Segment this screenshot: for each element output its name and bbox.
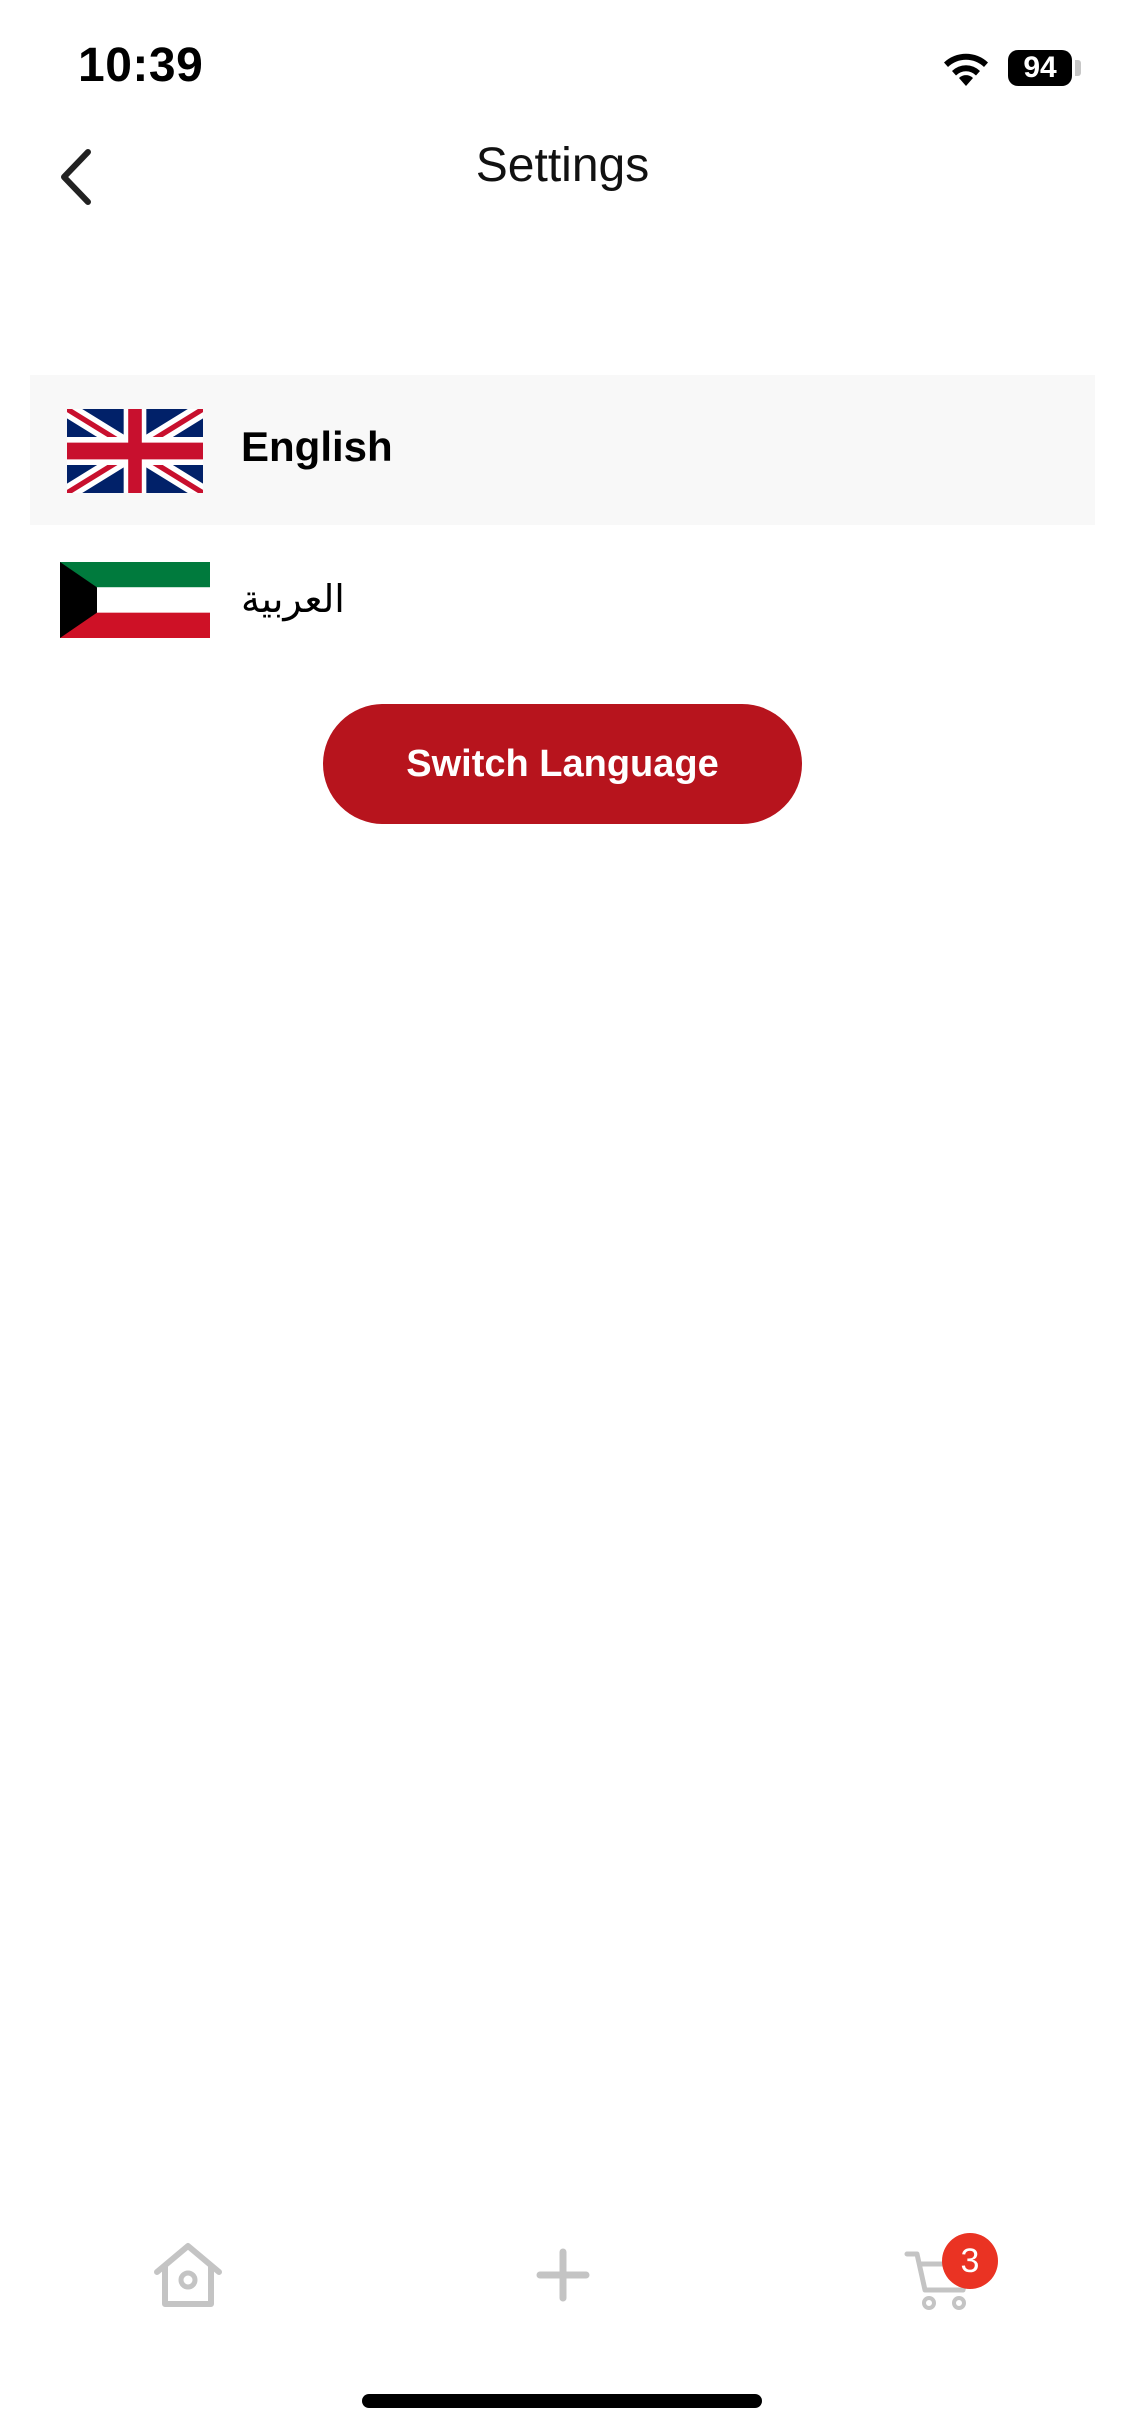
language-row-arabic[interactable]: العربية bbox=[30, 525, 1095, 675]
language-row-english[interactable]: English bbox=[30, 375, 1095, 525]
battery-icon: 94 bbox=[1008, 50, 1072, 86]
wifi-icon bbox=[944, 53, 988, 86]
language-label-english: English bbox=[241, 423, 393, 470]
switch-language-button[interactable]: Switch Language bbox=[323, 704, 802, 824]
page-title: Settings bbox=[475, 139, 650, 192]
battery-cap bbox=[1075, 60, 1081, 76]
kuwait-flag-icon bbox=[60, 562, 210, 638]
status-time: 10:39 bbox=[78, 39, 204, 92]
home-icon bbox=[154, 2243, 222, 2307]
status-bar: 10:39 94 bbox=[0, 0, 1125, 140]
plus-icon bbox=[536, 2248, 590, 2302]
cart-badge: 3 bbox=[942, 2233, 998, 2289]
nav-bar: Settings bbox=[0, 120, 1125, 220]
tab-home[interactable] bbox=[143, 2230, 233, 2320]
uk-flag-icon bbox=[67, 409, 203, 493]
home-indicator bbox=[362, 2394, 762, 2408]
language-label-arabic: العربية bbox=[241, 577, 345, 621]
tab-add[interactable] bbox=[518, 2230, 608, 2320]
